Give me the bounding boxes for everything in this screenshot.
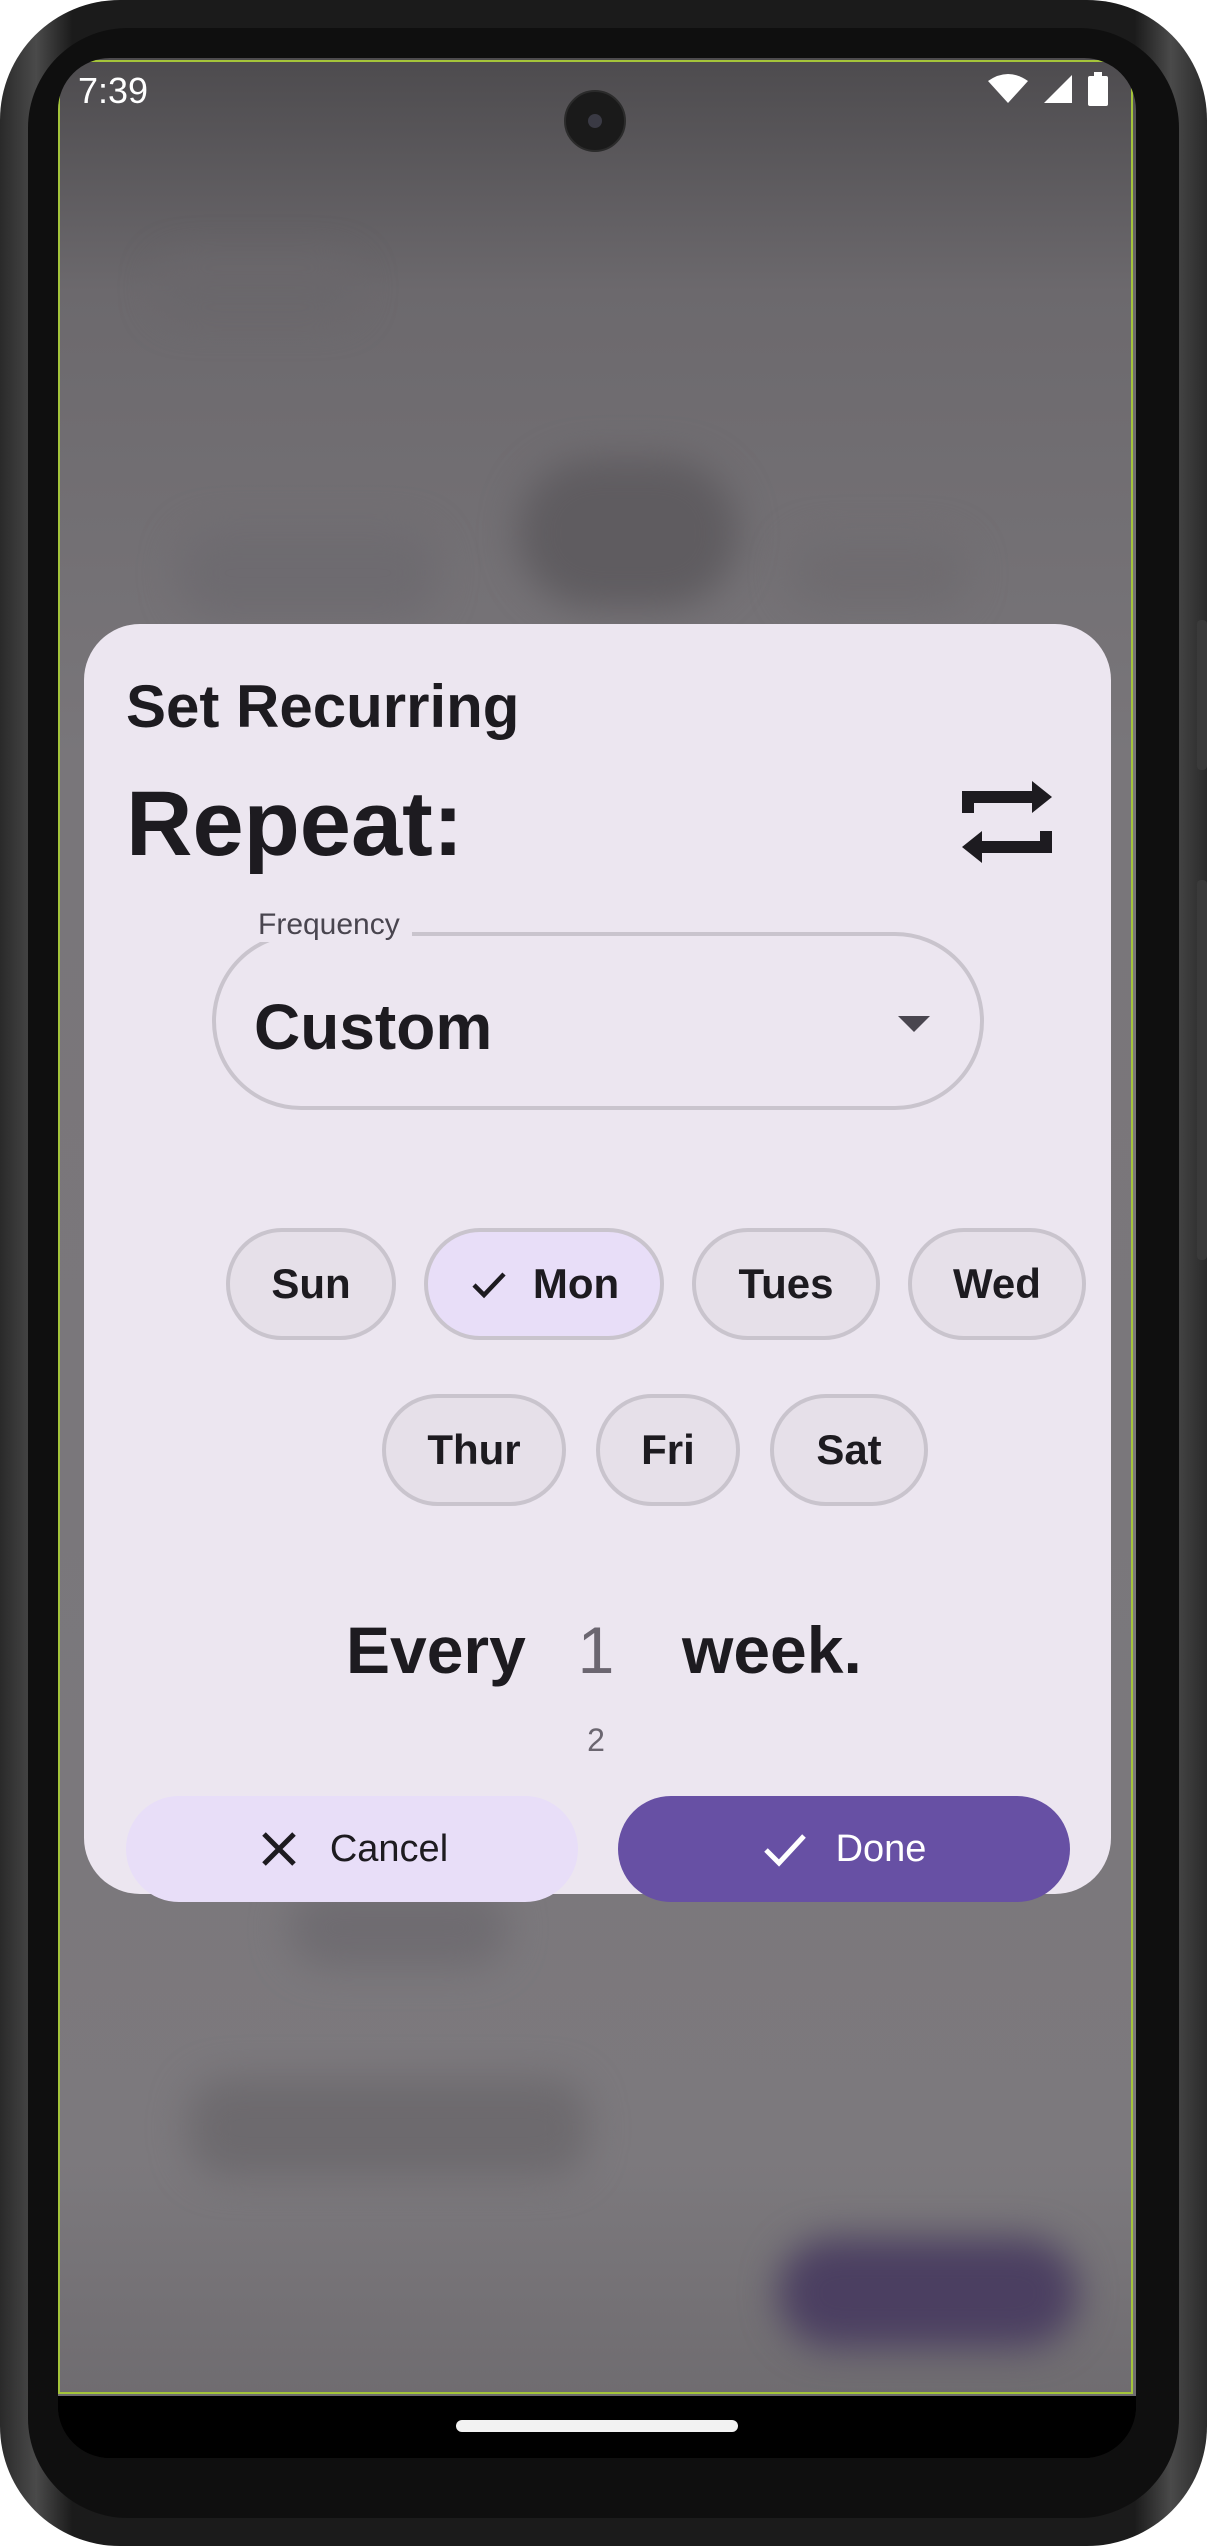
- day-chip-label: Thur: [427, 1426, 521, 1473]
- interval-prefix: Every: [346, 1613, 526, 1687]
- status-icons: [988, 72, 1108, 106]
- frequency-dropdown[interactable]: Frequency Custom: [212, 908, 984, 1110]
- navigation-bar: [58, 2396, 1136, 2458]
- blurred-element: [788, 538, 968, 608]
- day-chip-wed[interactable]: Wed: [908, 1228, 1086, 1340]
- day-chip-mon[interactable]: Mon: [424, 1228, 664, 1340]
- frequency-label: Frequency: [246, 908, 412, 942]
- day-chip-tues[interactable]: Tues: [692, 1228, 880, 1340]
- cancel-label: Cancel: [329, 1827, 449, 1870]
- front-camera: [564, 90, 626, 152]
- status-time: 7:39: [78, 70, 149, 111]
- close-icon: [262, 1832, 296, 1866]
- interval-row: Every 1 week.: [84, 1612, 1111, 1702]
- interval-picker-current[interactable]: 1: [572, 1612, 620, 1688]
- dialog-title: Set Recurring: [126, 673, 520, 740]
- day-chip-label: Mon: [532, 1260, 620, 1307]
- blurred-element: [518, 458, 738, 608]
- interval-unit: week.: [682, 1613, 862, 1687]
- blurred-element: [188, 2078, 588, 2178]
- screen: 7:39 Set Recurring Repeat: Frequency Cus…: [58, 58, 1136, 2458]
- phone-frame: 7:39 Set Recurring Repeat: Frequency Cus…: [0, 0, 1207, 2546]
- day-chip-label: Wed: [953, 1260, 1041, 1307]
- volume-button: [1197, 620, 1207, 770]
- day-chip-label: Fri: [641, 1426, 695, 1473]
- battery-icon: [1088, 72, 1108, 106]
- repeat-icon: [962, 781, 1052, 863]
- done-button[interactable]: Done: [618, 1796, 1070, 1902]
- day-chip-label: Sat: [816, 1426, 882, 1473]
- day-chip-fri[interactable]: Fri: [596, 1394, 740, 1506]
- interval-picker-next[interactable]: 2: [572, 1722, 620, 1759]
- day-chip-sat[interactable]: Sat: [770, 1394, 928, 1506]
- day-chip-sun[interactable]: Sun: [226, 1228, 396, 1340]
- dialog-subtitle: Repeat:: [126, 773, 464, 875]
- day-chip-thur[interactable]: Thur: [382, 1394, 566, 1506]
- home-gesture-handle[interactable]: [456, 2420, 738, 2432]
- day-chip-label: Tues: [738, 1260, 834, 1307]
- frequency-value: Custom: [254, 991, 493, 1063]
- cancel-button[interactable]: Cancel: [126, 1796, 578, 1902]
- blurred-element: [158, 258, 358, 318]
- dropdown-arrow-icon: [898, 1016, 930, 1032]
- day-chip-label: Sun: [271, 1260, 351, 1307]
- wifi-icon: [988, 74, 1028, 103]
- check-icon: [763, 1834, 806, 1867]
- check-icon: [472, 1272, 506, 1299]
- recurring-dialog: Set Recurring Repeat: Frequency Custom S…: [84, 624, 1111, 1902]
- blurred-fab: [778, 2238, 1078, 2348]
- signal-icon: [1044, 75, 1072, 103]
- done-label: Done: [835, 1827, 927, 1870]
- power-button: [1197, 880, 1207, 1260]
- blurred-element: [178, 528, 438, 618]
